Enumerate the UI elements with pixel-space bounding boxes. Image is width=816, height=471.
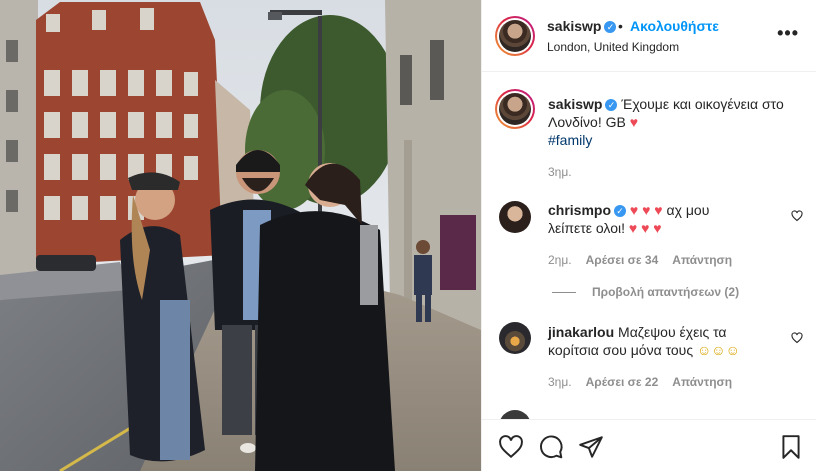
action-bar xyxy=(482,419,816,471)
heart-icon: ♥ xyxy=(625,114,639,130)
post-photo[interactable] xyxy=(0,0,481,471)
follow-button[interactable]: Ακολουθήστε xyxy=(630,18,719,34)
verified-icon: ✓ xyxy=(605,99,618,112)
author-username[interactable]: sakiswp xyxy=(547,18,601,34)
location-link[interactable]: London, United Kingdom xyxy=(547,40,679,54)
comment-likes[interactable]: Αρέσει σε 34 xyxy=(586,253,659,267)
comment-username[interactable]: jinakarlou xyxy=(548,324,614,340)
like-icon[interactable] xyxy=(498,434,524,460)
comment-avatar[interactable] xyxy=(499,410,531,419)
reply-button[interactable]: Απάντηση xyxy=(672,253,732,267)
reply-button[interactable]: Απάντηση xyxy=(672,375,732,389)
caption-line2: Λονδίνο! GB xyxy=(548,114,626,130)
comment-time: 2ημ. xyxy=(548,253,572,267)
comment-meta: 2ημ. Αρέσει σε 34 Απάντηση xyxy=(548,253,732,267)
caption-avatar[interactable] xyxy=(495,89,535,129)
separator-dot: • xyxy=(618,18,623,34)
comment-time: 3ημ. xyxy=(548,375,572,389)
verified-icon: ✓ xyxy=(604,21,617,34)
laugh-emoji: ☺☺☺ xyxy=(696,342,740,358)
share-icon[interactable] xyxy=(578,434,604,460)
hearts-emoji: ♥ ♥ ♥ xyxy=(628,220,662,236)
comment-username[interactable]: chrismpo xyxy=(548,202,611,218)
heart-icon[interactable] xyxy=(791,210,803,222)
comment-avatar[interactable] xyxy=(499,322,531,354)
author-avatar[interactable] xyxy=(495,16,535,56)
comment-line1: αχ μου xyxy=(666,202,710,218)
caption-hashtag[interactable]: #family xyxy=(548,132,592,148)
verified-icon: ✓ xyxy=(614,205,627,218)
save-icon[interactable] xyxy=(778,434,804,460)
comment-meta: 3ημ. Αρέσει σε 22 Απάντηση xyxy=(548,375,732,389)
comment-avatar[interactable] xyxy=(499,201,531,233)
caption-text: sakiswp ✓ Έχουμε και οικογένεια στο Λονδί… xyxy=(548,95,803,149)
caption-username[interactable]: sakiswp xyxy=(548,96,602,112)
author-name-group: sakiswp ✓ xyxy=(547,18,617,34)
comment-text: jinakarlou Μαζεψου έχεις τα κορίτσια σου… xyxy=(548,323,788,359)
caption-time: 3ημ. xyxy=(548,165,572,179)
heart-icon[interactable] xyxy=(791,332,803,344)
comments-section[interactable]: sakiswp ✓ Έχουμε και οικογένεια στο Λονδί… xyxy=(482,73,816,419)
comment-icon[interactable] xyxy=(538,434,564,460)
caption-line1: Έχουμε και οικογένεια στο xyxy=(621,96,784,112)
view-replies-label[interactable]: Προβολή απαντήσεων (2) xyxy=(592,285,739,299)
post-header: sakiswp ✓ • Ακολουθήστε London, United Ki… xyxy=(482,0,816,72)
post-sidebar: sakiswp ✓ • Ακολουθήστε London, United Ki… xyxy=(481,0,816,471)
view-replies[interactable]: Προβολή απαντήσεων (2) xyxy=(552,285,739,299)
comment-text: chrismpo ✓ ♥ ♥ ♥ αχ μου λείπετε ολοι! ♥ ♥… xyxy=(548,201,788,237)
comment-line1: Μαζεψου έχεις τα xyxy=(618,324,727,340)
comment-line2: κορίτσια σου μόνα τους xyxy=(548,342,694,358)
post-image xyxy=(0,0,481,471)
comment-likes[interactable]: Αρέσει σε 22 xyxy=(586,375,659,389)
comment-line2: λείπετε ολοι! xyxy=(548,220,626,236)
divider xyxy=(552,292,576,294)
more-icon[interactable]: ••• xyxy=(777,24,799,42)
hearts-emoji: ♥ ♥ ♥ xyxy=(629,202,663,218)
